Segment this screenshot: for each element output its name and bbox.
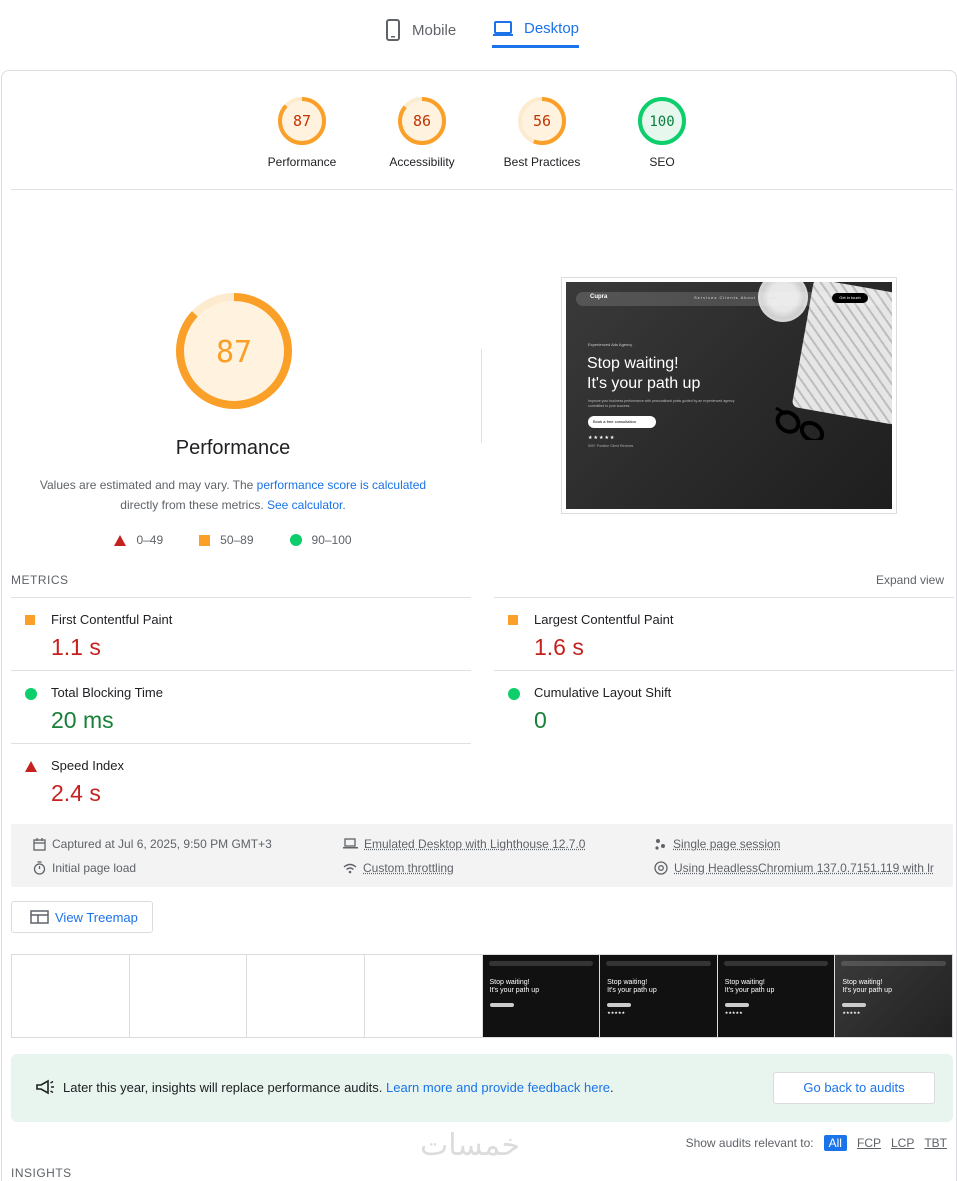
phone-icon xyxy=(384,19,402,41)
tab-desktop[interactable]: Desktop xyxy=(492,12,580,48)
triangle-icon xyxy=(114,534,127,546)
svg-text:87: 87 xyxy=(293,112,311,130)
metric-cls: Cumulative Layout Shift 0 xyxy=(494,670,954,743)
insights-title: INSIGHTS xyxy=(11,1166,72,1180)
run-info: Captured at Jul 6, 2025, 9:50 PM GMT+3 I… xyxy=(11,824,953,887)
tab-mobile-label: Mobile xyxy=(412,21,457,39)
performance-title: Performance xyxy=(175,437,291,459)
square-icon xyxy=(508,615,518,625)
laptop-icon xyxy=(343,838,358,849)
gauge-seo[interactable]: 100 SEO xyxy=(607,95,717,169)
filmstrip-frame xyxy=(130,955,248,1037)
filter-lcp[interactable]: LCP xyxy=(891,1136,914,1150)
filter-fcp[interactable]: FCP xyxy=(857,1136,881,1150)
gauge-label: Best Practices xyxy=(503,155,581,169)
expand-view-toggle[interactable]: Expand view xyxy=(876,573,944,587)
filmstrip-frame: Stop waiting! It's your path up ★★★★★ xyxy=(600,955,718,1037)
chrome-icon xyxy=(654,861,668,875)
learn-more-link[interactable]: Learn more and provide feedback here xyxy=(386,1080,610,1095)
tab-mobile[interactable]: Mobile xyxy=(384,12,456,48)
gauge-ring: 100 xyxy=(638,97,686,145)
legend-average: 50–89 xyxy=(199,533,254,547)
square-icon xyxy=(25,615,35,625)
treemap-icon xyxy=(30,910,49,924)
info-throttling[interactable]: Custom throttling xyxy=(343,861,454,875)
gauge-ring: 56 xyxy=(518,97,566,145)
metric-speed-index: Speed Index 2.4 s xyxy=(11,743,471,816)
gauge-ring: 86 xyxy=(398,97,446,145)
gauge-accessibility[interactable]: 86 Accessibility xyxy=(367,95,477,169)
metric-lcp: Largest Contentful Paint 1.6 s xyxy=(494,597,954,670)
info-captured: Captured at Jul 6, 2025, 9:50 PM GMT+3 xyxy=(33,837,272,851)
filmstrip-frame: Stop waiting! It's your path up ★★★★★ xyxy=(717,955,836,1037)
calculator-link[interactable]: See calculator. xyxy=(267,498,346,512)
score-gauges: 87 Performance 86 Accessibility 56 Best … xyxy=(2,95,957,190)
calendar-icon xyxy=(33,837,46,851)
svg-text:100: 100 xyxy=(649,114,674,130)
go-back-to-audits-button[interactable]: Go back to audits xyxy=(773,1072,935,1104)
watermark-logo: خمسات xyxy=(420,1128,521,1163)
legend-fail: 0–49 xyxy=(114,533,163,547)
circle-icon xyxy=(508,688,520,700)
gauge-label: Performance xyxy=(267,155,337,169)
megaphone-icon xyxy=(36,1079,54,1095)
vertical-divider xyxy=(481,349,482,443)
filmstrip-frame xyxy=(365,955,483,1037)
legend-pass: 90–100 xyxy=(289,533,352,547)
glasses-image xyxy=(775,406,825,440)
gauge-label: Accessibility xyxy=(389,155,455,169)
final-screenshot[interactable]: Cupra Services Clients About Contact Get… xyxy=(561,277,897,514)
metrics-title: METRICS xyxy=(11,573,69,587)
gauge-performance[interactable]: 87 Performance xyxy=(247,95,357,169)
people-icon xyxy=(655,838,665,850)
svg-text:56: 56 xyxy=(533,112,551,130)
performance-score-link[interactable]: performance score is calculated xyxy=(257,478,426,492)
info-emulated[interactable]: Emulated Desktop with Lighthouse 12.7.0 xyxy=(343,837,585,851)
divider xyxy=(11,189,953,190)
estimate-text: Values are estimated and may vary. The p… xyxy=(39,478,427,512)
filmstrip-frame xyxy=(247,955,365,1037)
circle-icon xyxy=(25,688,37,700)
filmstrip-frame xyxy=(12,955,130,1037)
gauge-best-practices[interactable]: 56 Best Practices xyxy=(487,95,597,169)
report-card: 87 Performance 86 Accessibility 56 Best … xyxy=(1,70,957,1181)
filmstrip-frame: Stop waiting! It's your path up xyxy=(482,955,601,1037)
view-treemap-button[interactable]: View Treemap xyxy=(11,901,153,933)
performance-score: 87 xyxy=(216,335,252,370)
gauge-label: SEO xyxy=(649,155,675,169)
filmstrip: Stop waiting! It's your path up Stop wait… xyxy=(11,954,953,1038)
score-legend: 0–49 50–89 90–100 xyxy=(2,533,464,547)
info-initial-load: Initial page load xyxy=(33,861,136,875)
info-session[interactable]: Single page session xyxy=(654,837,780,851)
gauge-ring: 87 xyxy=(278,97,326,145)
metric-tbt: Total Blocking Time 20 ms xyxy=(11,670,471,743)
filter-tbt[interactable]: TBT xyxy=(924,1136,947,1150)
filter-label: Show audits relevant to: xyxy=(685,1136,814,1150)
filmstrip-frame: Stop waiting! It's your path up ★★★★★ xyxy=(835,955,952,1037)
triangle-icon xyxy=(25,761,37,772)
tab-desktop-label: Desktop xyxy=(524,20,580,37)
metric-fcp: First Contentful Paint 1.1 s xyxy=(11,597,471,670)
performance-gauge: 87 xyxy=(174,291,294,411)
device-tabs: Mobile Desktop xyxy=(0,0,957,60)
wifi-icon xyxy=(343,863,357,873)
audit-filter: Show audits relevant to: All FCP LCP TBT xyxy=(686,1135,947,1151)
laptop-icon xyxy=(492,20,514,38)
insights-notice: Later this year, insights will replace p… xyxy=(11,1054,953,1122)
timer-icon xyxy=(33,861,46,875)
circle-icon xyxy=(289,534,302,546)
filter-all[interactable]: All xyxy=(823,1135,847,1151)
info-browser[interactable]: Using HeadlessChromium 137.0.7151.119 wi… xyxy=(654,861,934,875)
square-icon xyxy=(199,534,211,546)
svg-text:86: 86 xyxy=(413,112,431,130)
